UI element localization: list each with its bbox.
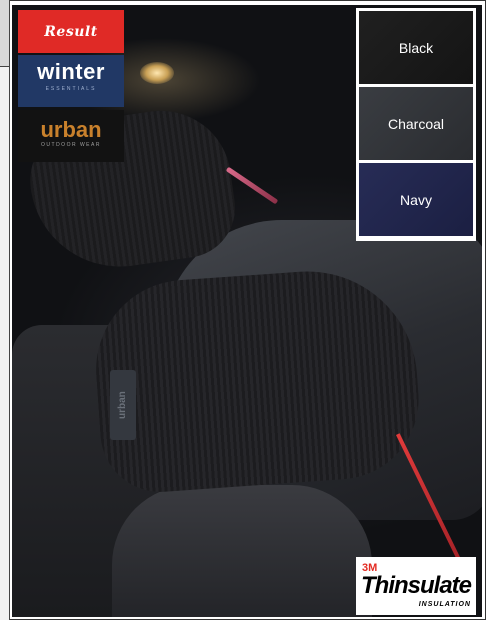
glove-cuff-label: urban <box>110 370 136 440</box>
swatch-black: Black <box>359 11 473 84</box>
swatch-label: Charcoal <box>387 115 445 132</box>
swatch-charcoal: Charcoal <box>359 87 473 160</box>
result-logo: Result <box>18 10 124 53</box>
swatch-navy: Navy <box>359 163 473 236</box>
main-glove <box>90 264 424 496</box>
thinsulate-badge: 3M Thinsulate INSULATION <box>356 557 476 615</box>
left-margin-strip <box>0 0 10 620</box>
urban-logo-text: urban <box>40 117 102 142</box>
winter-essentials-logo: winter ESSENTIALS <box>18 55 124 107</box>
urban-logo-subtitle: OUTDOOR WEAR <box>41 142 101 148</box>
colour-swatch-panel: Black Charcoal Navy <box>356 8 476 241</box>
left-margin-tab <box>0 0 9 67</box>
swatch-label: Navy <box>400 191 432 208</box>
car-interior-light <box>140 62 174 84</box>
winter-logo-text: winter <box>37 59 105 84</box>
urban-outdoor-wear-logo: urban OUTDOOR WEAR <box>18 110 124 162</box>
thinsulate-subtitle: INSULATION <box>418 601 471 608</box>
swatch-label: Black <box>398 39 434 56</box>
knee <box>112 485 372 617</box>
thinsulate-wordmark: Thinsulate <box>361 572 472 599</box>
winter-logo-subtitle: ESSENTIALS <box>45 86 97 92</box>
result-logo-text: Result <box>44 23 98 40</box>
